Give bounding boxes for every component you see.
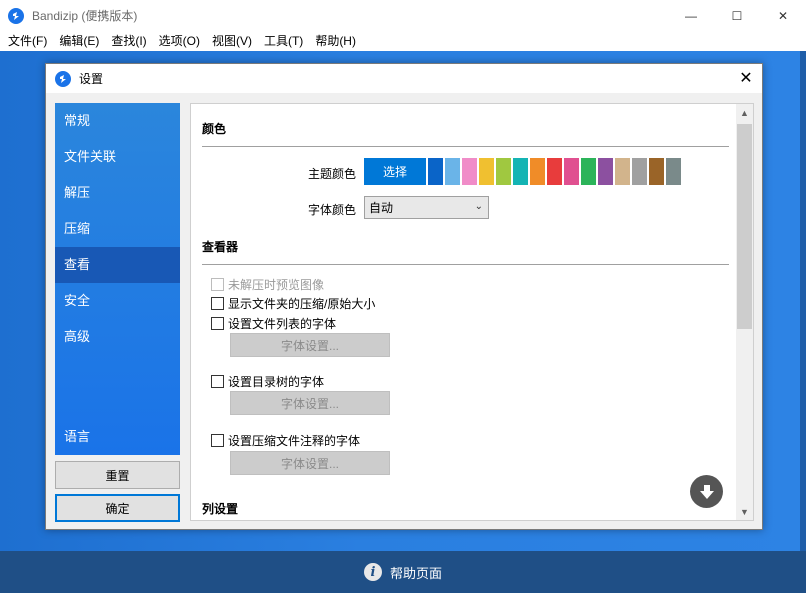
color-swatch[interactable] [632, 158, 647, 185]
scroll-thumb[interactable] [737, 124, 752, 329]
menu-edit[interactable]: 编辑(E) [53, 31, 105, 51]
reset-button[interactable]: 重置 [55, 461, 180, 489]
dialog-close-button[interactable]: ✕ [736, 68, 756, 88]
font-color-dropdown[interactable]: 自动 ⌄ [364, 196, 489, 219]
color-swatch[interactable] [496, 158, 511, 185]
checkbox-box[interactable] [211, 278, 224, 291]
nav-item-file-association[interactable]: 文件关联 [55, 139, 180, 175]
bandizip-logo-icon [8, 7, 24, 24]
comment-font-settings-button[interactable]: 字体设置... [230, 451, 390, 475]
file-list-font-settings-button[interactable]: 字体设置... [230, 333, 390, 357]
settings-dialog: 设置 ✕ 常规 文件关联 解压 压缩 查看 安全 高级 语言 重置 确定 颜色 … [45, 63, 763, 530]
checkbox-box[interactable] [211, 297, 224, 310]
checkbox-label: 未解压时预览图像 [228, 278, 325, 292]
section-title-viewer: 查看器 [202, 240, 239, 254]
theme-color-label: 主题颜色 [307, 167, 356, 181]
checkbox-file-list-font[interactable]: 设置文件列表的字体 [211, 315, 336, 332]
section-divider [202, 146, 729, 147]
scroll-down-arrow-icon[interactable]: ▼ [736, 503, 753, 520]
checkbox-box[interactable] [211, 317, 224, 330]
color-swatch[interactable] [462, 158, 477, 185]
nav-item-language[interactable]: 语言 [55, 419, 180, 455]
help-page-link[interactable]: 帮助页面 [390, 563, 442, 582]
info-icon: i [363, 563, 382, 581]
chevron-down-icon: ⌄ [474, 201, 483, 212]
checkbox-folder-size[interactable]: 显示文件夹的压缩/原始大小 [211, 295, 375, 312]
help-bar[interactable]: i 帮助页面 [0, 551, 806, 593]
color-swatch[interactable] [530, 158, 545, 185]
color-swatches [428, 158, 683, 185]
font-color-label: 字体颜色 [307, 203, 356, 217]
arrow-down-icon [699, 484, 714, 499]
minimize-button[interactable]: — [668, 0, 714, 31]
menu-file[interactable]: 文件(F) [2, 31, 53, 51]
menu-tools[interactable]: 工具(T) [258, 31, 309, 51]
menu-find[interactable]: 查找(I) [105, 31, 152, 51]
menu-bar: 文件(F) 编辑(E) 查找(I) 选项(O) 视图(V) 工具(T) 帮助(H… [0, 31, 806, 51]
checkbox-preview-images[interactable]: 未解压时预览图像 [211, 276, 324, 293]
font-color-value: 自动 [369, 201, 394, 215]
checkbox-label: 设置目录树的字体 [228, 375, 325, 389]
color-swatch[interactable] [547, 158, 562, 185]
section-title-color: 颜色 [202, 122, 227, 136]
checkbox-label: 设置压缩文件注释的字体 [228, 434, 361, 448]
window-title: Bandizip (便携版本) [32, 9, 138, 23]
window-controls: — ☐ ✕ [668, 0, 806, 31]
checkbox-label: 设置文件列表的字体 [228, 317, 337, 331]
nav-item-general[interactable]: 常规 [55, 103, 180, 139]
menu-view[interactable]: 视图(V) [206, 31, 258, 51]
dialog-titlebar: 设置 ✕ [46, 64, 762, 93]
checkbox-box[interactable] [211, 375, 224, 388]
close-window-button[interactable]: ✕ [760, 0, 806, 31]
ok-button[interactable]: 确定 [55, 494, 180, 522]
settings-nav: 常规 文件关联 解压 压缩 查看 安全 高级 语言 [55, 103, 180, 455]
color-swatch[interactable] [445, 158, 460, 185]
checkbox-label: 显示文件夹的压缩/原始大小 [228, 297, 376, 311]
background-edge [800, 51, 806, 551]
color-swatch[interactable] [428, 158, 443, 185]
dialog-title: 设置 [79, 72, 104, 86]
color-swatch[interactable] [598, 158, 613, 185]
section-divider [202, 264, 729, 265]
color-swatch[interactable] [615, 158, 630, 185]
window-titlebar: Bandizip (便携版本) — ☐ ✕ [0, 0, 806, 31]
menu-help[interactable]: 帮助(H) [309, 31, 362, 51]
checkbox-box[interactable] [211, 434, 224, 447]
color-swatch[interactable] [564, 158, 579, 185]
color-swatch[interactable] [649, 158, 664, 185]
checkbox-tree-font[interactable]: 设置目录树的字体 [211, 373, 324, 390]
menu-options[interactable]: 选项(O) [153, 31, 206, 51]
tree-font-settings-button[interactable]: 字体设置... [230, 391, 390, 415]
nav-item-security[interactable]: 安全 [55, 283, 180, 319]
checkbox-comment-font[interactable]: 设置压缩文件注释的字体 [211, 432, 360, 449]
color-swatch[interactable] [666, 158, 681, 185]
nav-item-extract[interactable]: 解压 [55, 175, 180, 211]
section-title-columns: 列设置 [202, 502, 239, 516]
nav-item-advanced[interactable]: 高级 [55, 319, 180, 355]
scroll-down-float-button[interactable] [690, 475, 723, 508]
color-swatch[interactable] [479, 158, 494, 185]
color-swatch[interactable] [513, 158, 528, 185]
nav-item-compress[interactable]: 压缩 [55, 211, 180, 247]
theme-color-select-button[interactable]: 选择 [364, 158, 426, 185]
bandizip-logo-icon [55, 70, 71, 87]
settings-content: 颜色 主题颜色 选择 字体颜色 自动 ⌄ 查看器 未解压时预览图像 显示文件夹的… [190, 103, 754, 521]
color-swatch[interactable] [581, 158, 596, 185]
maximize-button[interactable]: ☐ [714, 0, 760, 31]
nav-item-view[interactable]: 查看 [55, 247, 180, 283]
vertical-scrollbar[interactable]: ▲ ▼ [736, 104, 753, 520]
scroll-up-arrow-icon[interactable]: ▲ [736, 104, 753, 121]
